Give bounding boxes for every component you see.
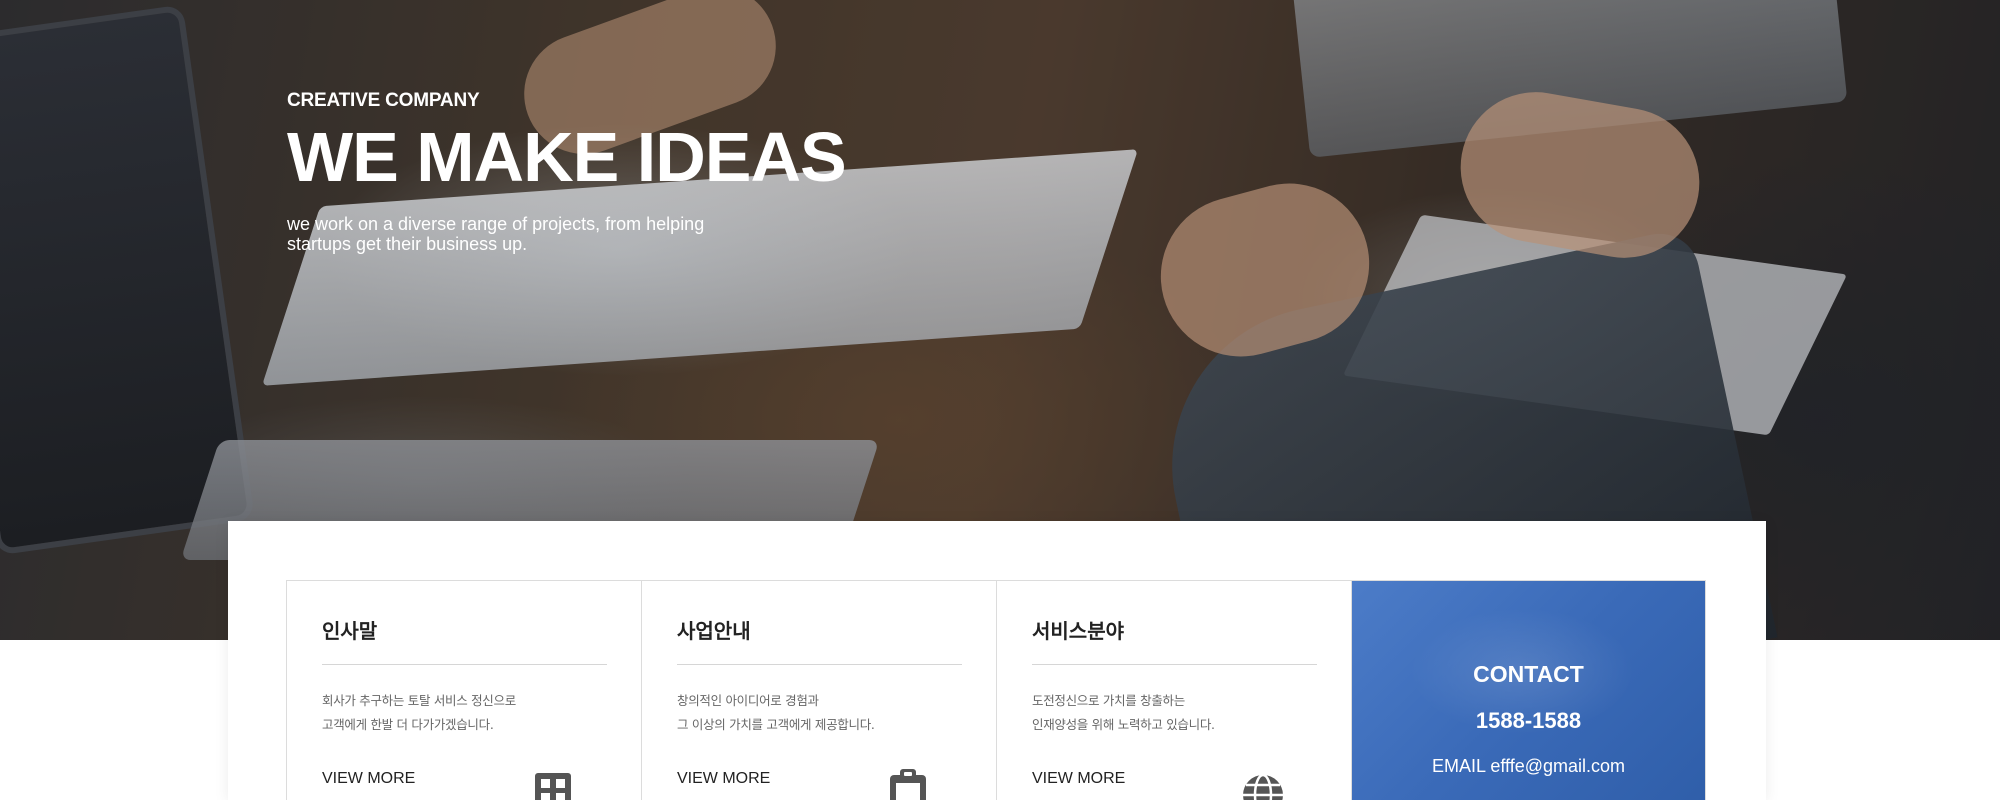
view-more-link[interactable]: VIEW MORE [322, 770, 415, 788]
contact-email[interactable]: EMAIL efffe@gmail.com [1352, 756, 1705, 777]
card-description-line: 고객에게 한발 더 다가가겠습니다. [322, 717, 494, 732]
card-title: 사업안내 [677, 619, 751, 643]
card-title: 인사말 [322, 619, 378, 643]
contact-title: CONTACT [1473, 661, 1584, 687]
hero-text: CREATIVE COMPANY WE MAKE IDEAS we work o… [287, 90, 847, 254]
card-description-line: 회사가 추구하는 토탈 서비스 정신으로 [322, 693, 516, 708]
card-title: 서비스분야 [1032, 619, 1124, 643]
card-greeting: 인사말 회사가 추구하는 토탈 서비스 정신으로 고객에게 한발 더 다가가겠습… [287, 581, 642, 800]
contact-box: CONTACT 1588-1588 EMAIL efffe@gmail.com [1352, 581, 1705, 800]
card-description-line: 창의적인 아이디어로 경험과 [677, 693, 819, 708]
card-business: 사업안내 창의적인 아이디어로 경험과 그 이상의 가치를 고객에게 제공합니다… [642, 581, 997, 800]
globe-icon [1243, 773, 1283, 800]
card-description-line: 도전정신으로 가치를 창출하는 [1032, 693, 1185, 708]
card-divider [322, 664, 607, 665]
card-services: 서비스분야 도전정신으로 가치를 창출하는 인재양성을 위해 노력하고 있습니다… [997, 581, 1352, 800]
card-divider [677, 664, 962, 665]
hero-subline-line: startups get their business up. [287, 234, 528, 254]
hero-subline-line: we work on a diverse range of projects, … [287, 214, 705, 234]
hero-eyebrow: CREATIVE COMPANY [287, 90, 480, 111]
view-more-link[interactable]: VIEW MORE [677, 770, 770, 788]
contact-phone[interactable]: 1588-1588 [1352, 708, 1705, 734]
card-description: 회사가 추구하는 토탈 서비스 정신으로 고객에게 한발 더 다가가겠습니다. [322, 689, 606, 737]
card-description: 창의적인 아이디어로 경험과 그 이상의 가치를 고객에게 제공합니다. [677, 689, 961, 737]
card-description: 도전정신으로 가치를 창출하는 인재양성을 위해 노력하고 있습니다. [1032, 689, 1316, 737]
card-description-line: 그 이상의 가치를 고객에게 제공합니다. [677, 717, 875, 732]
hero-headline: WE MAKE IDEAS [287, 118, 847, 196]
view-more-link[interactable]: VIEW MORE [1032, 770, 1125, 788]
clipboard-icon [890, 769, 926, 800]
card-divider [1032, 664, 1317, 665]
hero-subline: we work on a diverse range of projects, … [287, 214, 757, 254]
info-panel: 인사말 회사가 추구하는 토탈 서비스 정신으로 고객에게 한발 더 다가가겠습… [228, 521, 1766, 800]
building-icon [535, 773, 571, 800]
info-cards: 인사말 회사가 추구하는 토탈 서비스 정신으로 고객에게 한발 더 다가가겠습… [286, 580, 1706, 800]
card-description-line: 인재양성을 위해 노력하고 있습니다. [1032, 717, 1215, 732]
